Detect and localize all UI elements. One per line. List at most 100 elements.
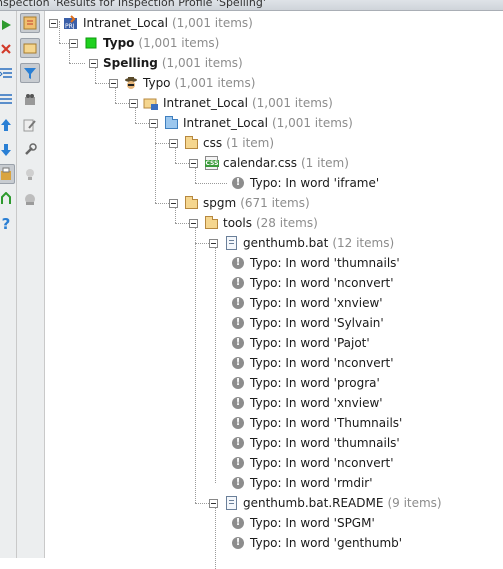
warning-icon: ! (230, 515, 246, 531)
tree-row[interactable]: ! Typo: In word 'rmdir' (230, 473, 373, 493)
item-count: (12 items) (332, 236, 395, 250)
item-count: (1,001 items) (171, 16, 253, 30)
tree-row[interactable]: Intranet_Local (1,001 items) (129, 93, 333, 113)
text-file-icon (223, 235, 239, 251)
collapse-toggle[interactable] (89, 58, 98, 68)
export-icon[interactable] (0, 164, 15, 184)
tree-node-label: Intranet_Local (83, 16, 168, 30)
warning-icon: ! (230, 455, 246, 471)
collapse-toggle[interactable] (209, 498, 218, 508)
tree-node-label: Intranet_Local (163, 96, 248, 110)
tree-row[interactable]: ! Typo: In word 'xnview' (230, 393, 383, 413)
collapse-toggle[interactable] (149, 118, 158, 128)
suppress-icon[interactable] (20, 189, 40, 209)
tree-row[interactable]: genthumb.bat.README (9 items) (209, 493, 442, 513)
group-by-directory-icon[interactable] (20, 38, 40, 58)
tree-node-label: Typo: In word 'xnview' (250, 296, 383, 310)
tree-node-label: spgm (203, 196, 237, 210)
tree-row[interactable]: ! Typo: In word 'nconvert' (230, 273, 394, 293)
item-count: (671 items) (240, 196, 310, 210)
tree-row[interactable]: ! Typo: In word 'iframe' (230, 173, 379, 193)
item-count: (1,001 items) (138, 36, 220, 50)
tree-row[interactable]: ! Typo: In word 'Thumnails' (230, 413, 402, 433)
warning-icon: ! (230, 295, 246, 311)
group-by-severity-icon[interactable] (20, 13, 40, 33)
tree-node-label: Typo: In word 'nconvert' (250, 456, 394, 470)
tree-node-label: Typo: In word 'progra' (250, 376, 380, 390)
tree-row[interactable]: Spelling (1,001 items) (89, 53, 243, 73)
collapse-toggle[interactable] (69, 38, 78, 48)
tree-row[interactable]: ! Typo: In word 'Sylvain' (230, 313, 384, 333)
run-icon[interactable] (0, 15, 15, 35)
tree-row[interactable]: Intranet_Local (1,001 items) (149, 113, 353, 133)
warning-icon: ! (230, 475, 246, 491)
inspector-icon (123, 75, 139, 91)
tree-node-label: Typo: In word 'Pajot' (250, 336, 370, 350)
warning-icon: ! (230, 335, 246, 351)
tree-row[interactable]: ! Typo: In word 'nconvert' (230, 353, 394, 373)
warning-icon: ! (230, 395, 246, 411)
tree-row[interactable]: tools (28 items) (189, 213, 318, 233)
warning-icon: ! (230, 375, 246, 391)
tree-row[interactable]: CSS calendar.css (1 item) (189, 153, 349, 173)
collapse-toggle[interactable] (109, 78, 118, 88)
tree-row[interactable]: ! Typo: In word 'progra' (230, 373, 380, 393)
window-title: nspection 'Results for Inspection Profil… (0, 0, 266, 9)
item-count: (1,001 items) (174, 76, 256, 90)
item-count: (28 items) (255, 216, 318, 230)
help-icon[interactable]: ? (0, 214, 15, 234)
close-icon[interactable] (0, 39, 15, 59)
collapse-toggle[interactable] (189, 218, 198, 228)
collapse-toggle[interactable] (129, 98, 138, 108)
left-toolbar: ? (0, 11, 17, 558)
tree-row[interactable]: Typo (1,001 items) (69, 33, 219, 53)
tree-row[interactable]: genthumb.bat (12 items) (209, 233, 394, 253)
module-icon (143, 95, 159, 111)
collapse-toggle[interactable] (169, 198, 178, 208)
collapse-toggle[interactable] (169, 138, 178, 148)
tree-row[interactable]: spgm (671 items) (169, 193, 310, 213)
warning-icon: ! (230, 355, 246, 371)
collapse-all-icon[interactable] (0, 89, 15, 109)
tree-node-label: Typo: In word 'thumnails' (250, 256, 400, 270)
tree-node-label: genthumb.bat.README (243, 496, 384, 510)
warning-icon: ! (230, 275, 246, 291)
tree-row[interactable]: ! Typo: In word 'SPGM' (230, 513, 375, 533)
apply-fix-icon[interactable] (0, 189, 15, 209)
folder-icon (183, 135, 199, 151)
tree-row[interactable]: PRJ Intranet_Local (1,001 items) (49, 13, 253, 33)
expand-all-icon[interactable] (0, 63, 15, 83)
tree-row[interactable]: css (1 item) (169, 133, 274, 153)
collapse-toggle[interactable] (49, 18, 58, 28)
tree-node-label: Typo: In word 'nconvert' (250, 356, 394, 370)
up-icon[interactable] (0, 115, 15, 135)
lightbulb-icon[interactable] (20, 165, 40, 185)
tree-row[interactable]: ! Typo: In word 'thumnails' (230, 253, 400, 273)
edit-settings-icon[interactable] (20, 115, 40, 135)
item-count: (1,001 items) (161, 56, 243, 70)
down-icon[interactable] (0, 140, 15, 160)
quickfix-icon[interactable] (20, 140, 40, 160)
warning-icon: ! (230, 175, 246, 191)
tree-row[interactable]: ! Typo: In word 'genthumb' (230, 533, 402, 553)
tree-row[interactable]: ! Typo: In word 'Pajot' (230, 333, 370, 353)
tree-row[interactable]: Typo (1,001 items) (109, 73, 255, 93)
window-title-bar: nspection 'Results for Inspection Profil… (0, 0, 503, 11)
warning-icon: ! (230, 255, 246, 271)
item-count: (1,001 items) (251, 96, 333, 110)
folder-icon (183, 195, 199, 211)
tree-node-label: Typo: In word 'genthumb' (250, 536, 403, 550)
tree-row[interactable]: ! Typo: In word 'xnview' (230, 293, 383, 313)
filter-icon[interactable] (20, 63, 40, 83)
item-count: (1,001 items) (271, 116, 353, 130)
inspection-results-tree[interactable]: PRJ Intranet_Local (1,001 items) Typo (1,001… (45, 11, 503, 569)
folder-icon (203, 215, 219, 231)
tree-row[interactable]: ! Typo: In word 'nconvert' (230, 453, 394, 473)
tree-node-label: genthumb.bat (243, 236, 329, 250)
tree-row[interactable]: ! Typo: In word 'thumnails' (230, 433, 400, 453)
collapse-toggle[interactable] (209, 238, 218, 248)
autoscroll-icon[interactable] (20, 89, 40, 109)
item-count: (1 item) (301, 156, 349, 170)
collapse-toggle[interactable] (189, 158, 198, 168)
tree-node-label: Typo: In word 'thumnails' (250, 436, 400, 450)
